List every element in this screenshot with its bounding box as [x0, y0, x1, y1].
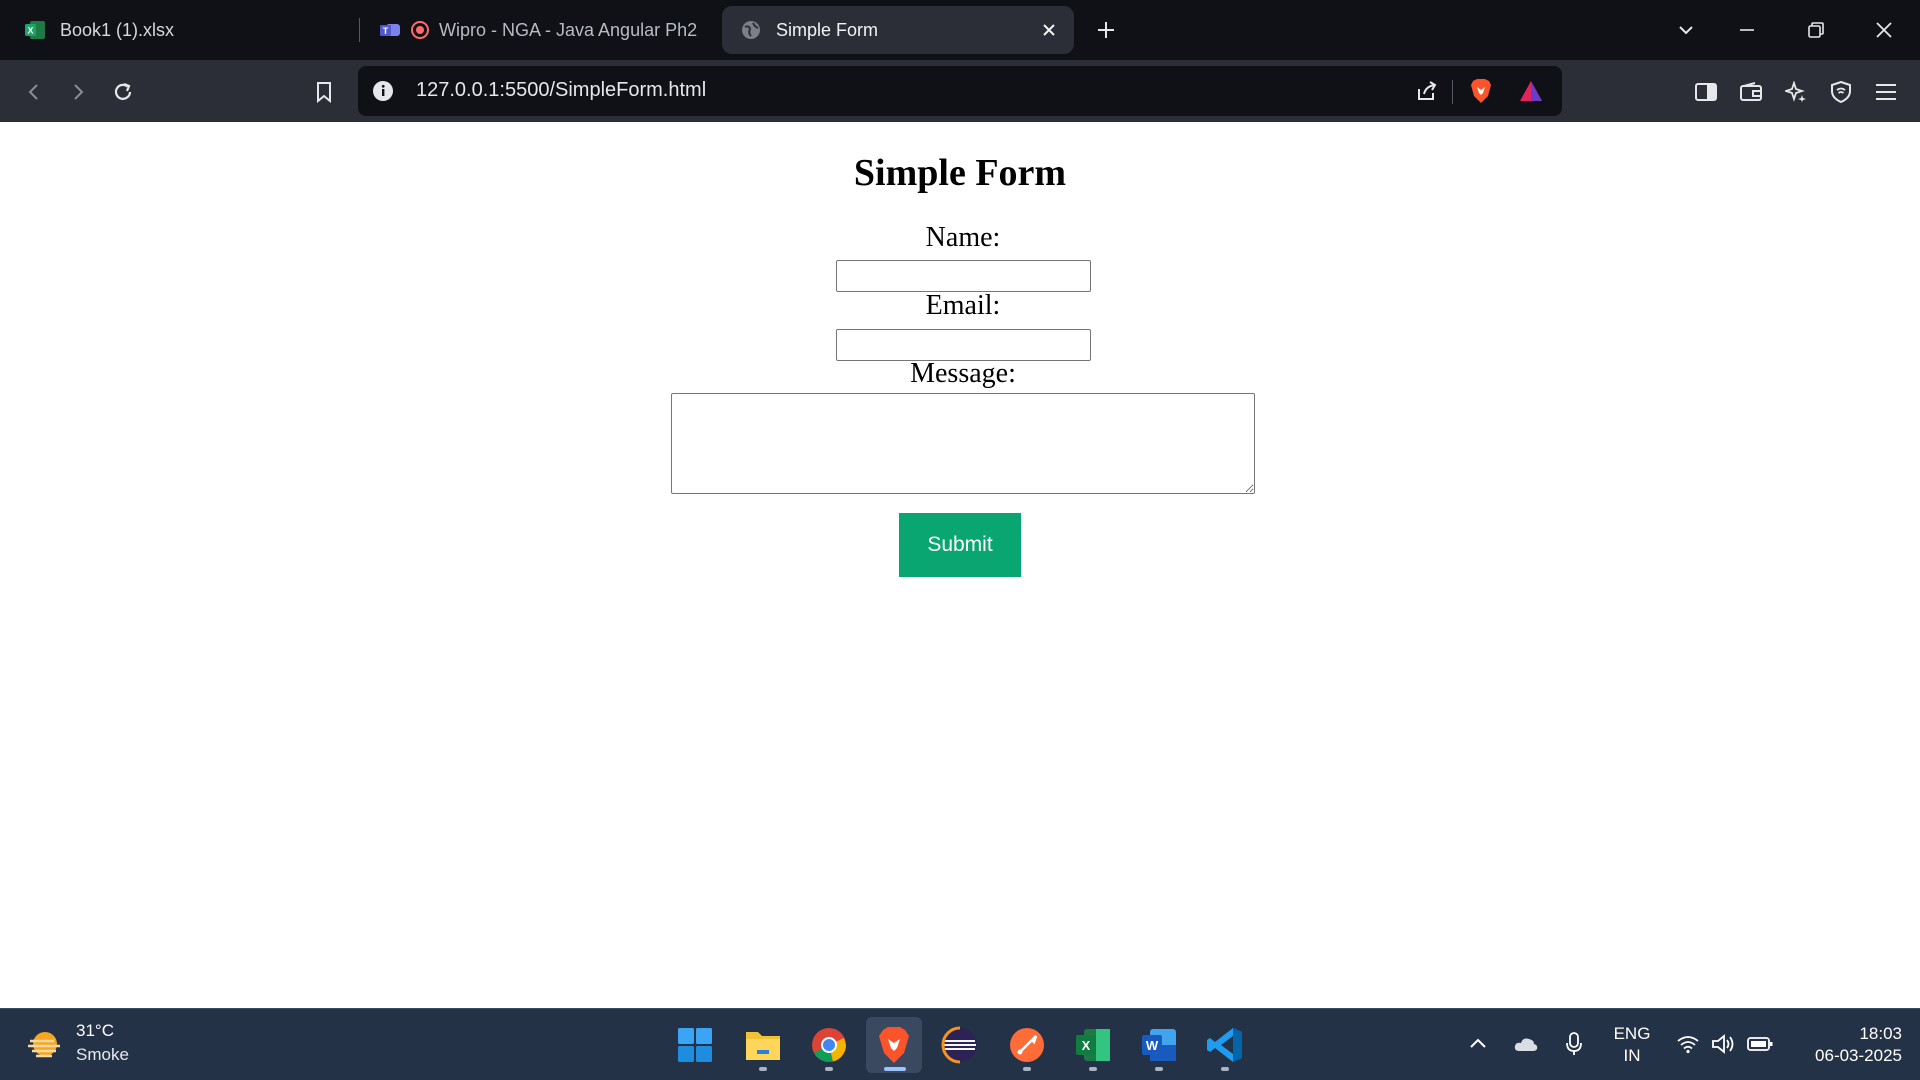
clock[interactable]: 18:03 06-03-2025	[1786, 1023, 1902, 1067]
tab-book1[interactable]: X Book1 (1).xlsx	[10, 6, 350, 54]
running-indicator	[759, 1067, 767, 1071]
page-content: Simple Form Name: Email: Message: Submit	[0, 122, 1920, 1008]
running-indicator	[1089, 1067, 1097, 1071]
svg-text:X: X	[1082, 1038, 1091, 1053]
onedrive-icon[interactable]	[1510, 1027, 1542, 1061]
clock-date: 06-03-2025	[1815, 1046, 1902, 1065]
taskbar: 31°C Smoke X W ENG IN 18:03 06-03-2025	[0, 1008, 1920, 1080]
weather-temperature[interactable]: 31°C	[76, 1021, 114, 1041]
reload-icon[interactable]	[107, 76, 139, 108]
address-bar[interactable]: 127.0.0.1:5500/SimpleForm.html	[358, 66, 1562, 116]
battery-icon[interactable]	[1744, 1027, 1776, 1061]
language-code: ENG	[1613, 1024, 1651, 1043]
wallet-icon[interactable]	[1735, 76, 1767, 108]
show-hidden-icons-icon[interactable]	[1462, 1027, 1494, 1061]
name-input[interactable]	[836, 260, 1091, 292]
region-code: IN	[1623, 1046, 1641, 1065]
tab-title: Wipro - NGA - Java Angular Ph2	[439, 19, 698, 40]
language-indicator[interactable]: ENG IN	[1610, 1023, 1654, 1067]
excel-app-icon[interactable]: X	[1065, 1017, 1121, 1073]
svg-text:X: X	[27, 26, 33, 36]
postman-icon[interactable]	[999, 1017, 1055, 1073]
email-label: Email:	[925, 290, 1001, 321]
leo-ai-icon[interactable]	[1780, 76, 1812, 108]
start-icon[interactable]	[667, 1017, 723, 1073]
submit-button[interactable]: Submit	[899, 513, 1021, 577]
running-indicator	[1023, 1067, 1031, 1071]
wifi-icon[interactable]	[1672, 1027, 1704, 1061]
weather-description[interactable]: Smoke	[76, 1045, 129, 1065]
menu-icon[interactable]	[1870, 76, 1902, 108]
tab-simple-form[interactable]: Simple Form	[722, 6, 1074, 54]
brave-shields-icon[interactable]	[1468, 78, 1494, 104]
tab-title: Book1 (1).xlsx	[60, 19, 175, 40]
page-title: Simple Form	[853, 152, 1067, 194]
sidebar-icon[interactable]	[1690, 76, 1722, 108]
vscode-icon[interactable]	[1197, 1017, 1253, 1073]
chrome-icon[interactable]	[801, 1017, 857, 1073]
running-indicator	[1221, 1067, 1229, 1071]
address-text[interactable]: 127.0.0.1:5500/SimpleForm.html	[416, 79, 706, 102]
microphone-icon[interactable]	[1558, 1027, 1590, 1061]
restore-icon[interactable]	[1798, 12, 1834, 48]
tab-separator	[359, 18, 360, 42]
tab-title: Simple Form	[776, 19, 879, 40]
tab-strip: X Book1 (1).xlsx T Wipro - NGA - Java An…	[0, 0, 1920, 60]
tab-wipro[interactable]: T Wipro - NGA - Java Angular Ph2	[365, 6, 705, 54]
running-indicator	[884, 1067, 906, 1071]
close-tab-icon[interactable]	[1036, 17, 1062, 43]
teams-icon: T	[379, 19, 401, 41]
word-icon[interactable]: W	[1131, 1017, 1187, 1073]
address-divider	[1452, 80, 1453, 104]
eclipse-icon[interactable]	[932, 1017, 988, 1073]
bookmark-icon[interactable]	[308, 76, 340, 108]
file-explorer-icon[interactable]	[735, 1017, 791, 1073]
volume-icon[interactable]	[1708, 1027, 1740, 1061]
browser-toolbar: 127.0.0.1:5500/SimpleForm.html	[0, 60, 1920, 122]
weather-haze-icon[interactable]	[26, 1027, 64, 1065]
share-icon[interactable]	[1414, 78, 1440, 104]
message-label: Message:	[910, 358, 1016, 389]
site-info-icon[interactable]	[370, 78, 396, 104]
running-indicator	[1155, 1067, 1163, 1071]
excel-icon: X	[24, 19, 46, 41]
svg-text:W: W	[1146, 1038, 1159, 1053]
forward-icon[interactable]	[62, 76, 94, 108]
new-tab-icon[interactable]	[1092, 16, 1120, 44]
name-label: Name:	[925, 222, 1001, 253]
brave-icon[interactable]	[866, 1017, 922, 1073]
back-icon[interactable]	[18, 76, 50, 108]
message-textarea[interactable]	[671, 393, 1255, 494]
close-window-icon[interactable]	[1866, 12, 1902, 48]
svg-text:T: T	[383, 26, 389, 36]
recording-icon	[409, 19, 431, 41]
running-indicator	[825, 1067, 833, 1071]
clock-time: 18:03	[1859, 1024, 1902, 1043]
globe-icon	[740, 19, 762, 41]
brave-rewards-icon[interactable]	[1518, 78, 1544, 104]
minimize-icon[interactable]	[1729, 12, 1765, 48]
email-input[interactable]	[836, 329, 1091, 361]
vpn-icon[interactable]	[1825, 76, 1857, 108]
tab-search-chevron-icon[interactable]	[1668, 12, 1704, 48]
